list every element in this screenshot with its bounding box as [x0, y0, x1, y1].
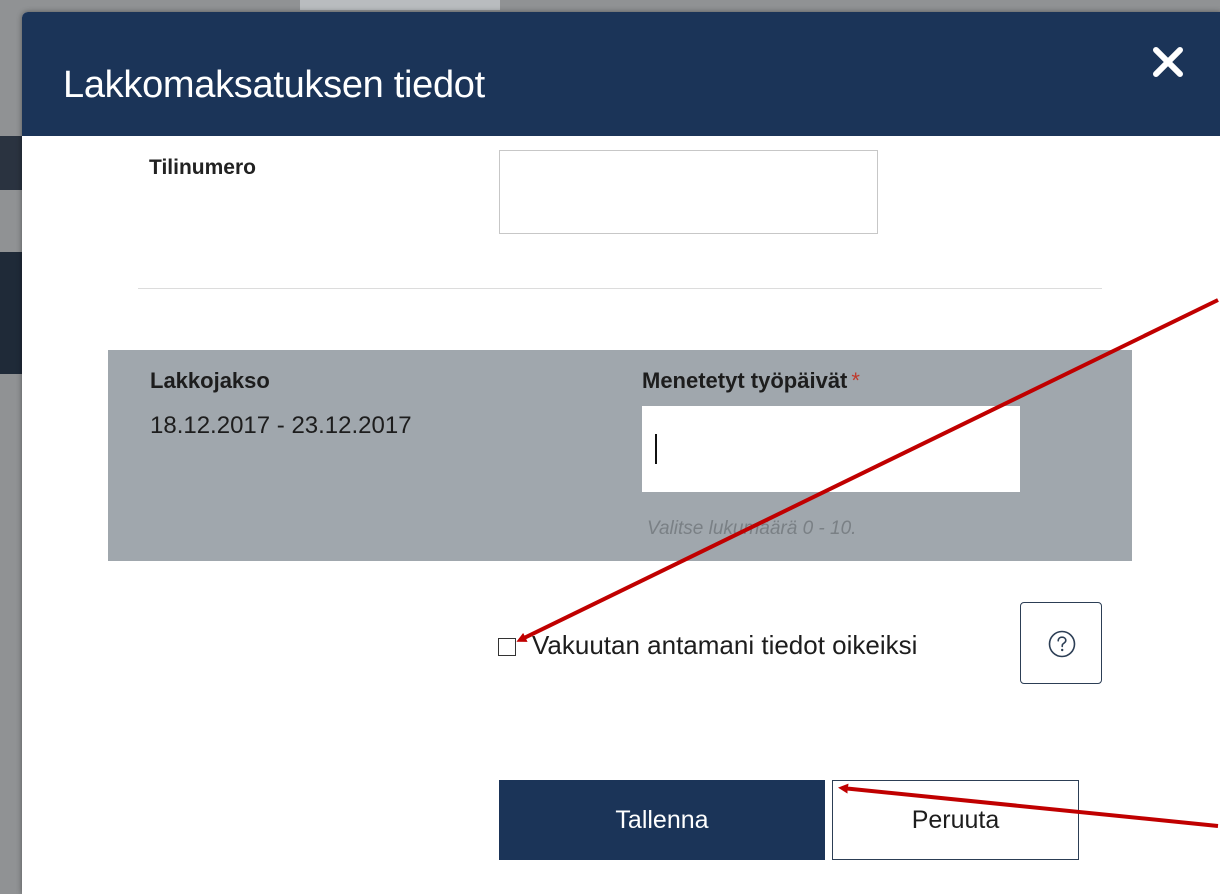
lost-workdays-input[interactable] [642, 406, 1020, 492]
lost-workdays-hint: Valitse lukumäärä 0 - 10. [647, 518, 857, 539]
cancel-button[interactable]: Peruuta [832, 780, 1079, 860]
dialog-title: Lakkomaksatuksen tiedot [63, 64, 485, 106]
close-icon [1153, 47, 1183, 77]
confirm-checkbox[interactable] [498, 638, 516, 656]
dialog: Lakkomaksatuksen tiedot Tilinumero Lakko… [22, 12, 1220, 894]
required-marker: * [851, 368, 860, 393]
background-content [0, 136, 22, 190]
divider [138, 288, 1102, 289]
text-caret [655, 434, 657, 464]
dialog-header: Lakkomaksatuksen tiedot [22, 12, 1220, 136]
close-button[interactable] [1148, 42, 1188, 82]
account-number-label: Tilinumero [149, 156, 256, 179]
account-number-input[interactable] [499, 150, 878, 234]
lost-workdays-label-text: Menetetyt työpäivät [642, 368, 848, 393]
strike-period-panel: Lakkojakso 18.12.2017 - 23.12.2017 Menet… [108, 350, 1132, 561]
background-content [0, 252, 22, 374]
strike-period-label: Lakkojakso [150, 368, 270, 393]
help-button[interactable] [1020, 602, 1102, 684]
strike-period-value: 18.12.2017 - 23.12.2017 [150, 412, 412, 439]
save-button[interactable]: Tallenna [499, 780, 825, 860]
help-icon [1048, 630, 1076, 658]
confirm-label[interactable]: Vakuutan antamani tiedot oikeiksi [532, 630, 917, 661]
lost-workdays-label: Menetetyt työpäivät * [642, 368, 860, 394]
background-content [300, 0, 500, 10]
